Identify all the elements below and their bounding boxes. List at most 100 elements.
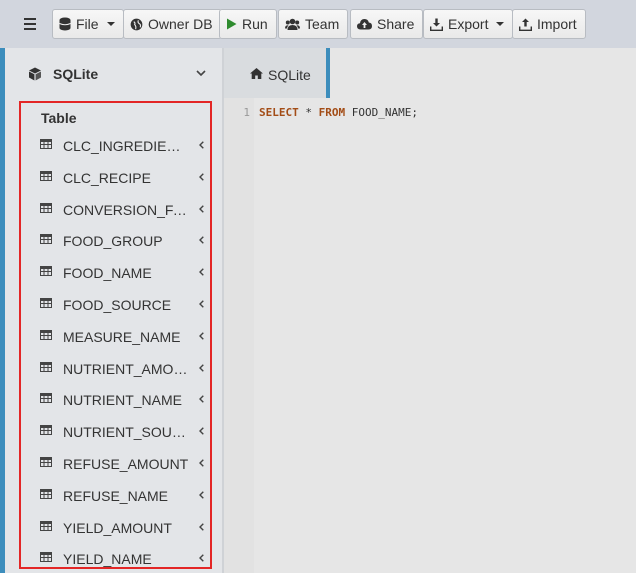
chevron-left-icon[interactable] xyxy=(199,490,204,499)
tab-label: SQLite xyxy=(268,67,311,83)
chevron-left-icon[interactable] xyxy=(199,331,204,340)
table-name: CLC_RECIPE xyxy=(63,169,151,186)
table-name: FOOD_NAME xyxy=(63,265,152,282)
table-name: MEASURE_NAME xyxy=(63,328,181,345)
table-row[interactable]: CLC_RECIPE xyxy=(21,161,210,193)
table-row[interactable]: NUTRIENT_AMOUNT xyxy=(21,352,210,384)
table-icon xyxy=(40,266,52,277)
file-button[interactable]: File xyxy=(52,9,124,39)
table-row[interactable]: FOOD_NAME xyxy=(21,256,210,288)
chevron-left-icon[interactable] xyxy=(199,395,204,404)
team-button-label: Team xyxy=(305,16,340,32)
toolbar: File Owner DB Run Team Share Export Impo… xyxy=(0,0,636,48)
database-icon xyxy=(59,17,71,31)
table-icon xyxy=(40,456,52,467)
users-icon xyxy=(285,18,300,30)
table-name: CONVERSION_FA... xyxy=(63,201,189,218)
file-button-label: File xyxy=(76,16,99,32)
table-icon xyxy=(40,520,52,531)
table-row[interactable]: REFUSE_NAME xyxy=(21,479,210,511)
play-icon xyxy=(227,18,237,30)
sql-table-reference: FOOD_NAME; xyxy=(345,106,418,119)
database-name: SQLite xyxy=(53,66,99,82)
table-row[interactable]: NUTRIENT_SOURCE xyxy=(21,415,210,447)
chevron-left-icon[interactable] xyxy=(199,363,204,372)
table-row[interactable]: REFUSE_AMOUNT xyxy=(21,447,210,479)
table-icon xyxy=(40,393,52,404)
sql-editor[interactable]: 1 SELECT * FROM FOOD_NAME; xyxy=(224,98,636,573)
table-row[interactable]: YIELD_NAME xyxy=(21,542,210,573)
chevron-left-icon[interactable] xyxy=(199,459,204,467)
line-gutter: 1 xyxy=(224,98,254,573)
table-icon xyxy=(40,329,52,340)
table-name: NUTRIENT_AMOUNT xyxy=(63,360,189,377)
sidebar-accent-bar xyxy=(0,48,5,573)
sql-keyword-select: SELECT xyxy=(259,106,299,119)
chevron-left-icon[interactable] xyxy=(199,427,204,435)
cube-icon xyxy=(29,67,41,81)
sidebar: SQLite Table CLC_INGREDIENTS CLC_RECIPE CO… xyxy=(0,48,222,573)
table-name: CLC_INGREDIENTS xyxy=(63,138,189,154)
table-name: REFUSE_NAME xyxy=(63,487,169,504)
table-name: NUTRIENT_SOURCE xyxy=(63,424,189,441)
table-icon xyxy=(40,361,52,372)
chevron-left-icon[interactable] xyxy=(199,204,204,213)
table-icon xyxy=(40,139,52,149)
chevron-left-icon[interactable] xyxy=(199,236,204,245)
hamburger-menu-icon[interactable] xyxy=(14,12,46,36)
table-icon xyxy=(40,202,52,213)
chevron-left-icon[interactable] xyxy=(199,141,204,149)
table-row[interactable]: CLC_INGREDIENTS xyxy=(21,129,210,161)
chevron-left-icon[interactable] xyxy=(199,522,204,531)
code-line[interactable]: SELECT * FROM FOOD_NAME; xyxy=(259,106,418,119)
table-name: FOOD_SOURCE xyxy=(63,296,172,313)
download-icon xyxy=(430,18,443,31)
share-button-label: Share xyxy=(377,16,415,32)
chevron-down-icon[interactable] xyxy=(196,70,206,77)
table-name: REFUSE_AMOUNT xyxy=(63,455,189,472)
sql-select-star: * xyxy=(298,106,319,119)
table-row[interactable]: NUTRIENT_NAME xyxy=(21,383,210,415)
table-row[interactable]: FOOD_GROUP xyxy=(21,224,210,256)
team-button[interactable]: Team xyxy=(278,9,349,39)
section-label-table: Table xyxy=(41,110,77,126)
chevron-left-icon[interactable] xyxy=(199,173,204,181)
database-selector[interactable]: SQLite xyxy=(5,48,222,100)
caret-down-icon xyxy=(106,22,115,26)
export-button[interactable]: Export xyxy=(423,9,514,39)
table-icon xyxy=(40,170,52,181)
cloud-upload-icon xyxy=(357,19,372,30)
table-list: CLC_INGREDIENTS CLC_RECIPE CONVERSION_FA..… xyxy=(21,129,210,573)
app-window: File Owner DB Run Team Share Export Impo… xyxy=(0,0,636,573)
editor-tab-bar: SQLite xyxy=(224,48,636,98)
table-row[interactable]: MEASURE_NAME xyxy=(21,320,210,352)
table-list-panel: Table CLC_INGREDIENTS CLC_RECIPE CONVERSIO… xyxy=(19,101,212,569)
sql-keyword-from: FROM xyxy=(318,106,346,119)
line-number: 1 xyxy=(243,106,250,119)
table-icon xyxy=(40,297,52,308)
table-row[interactable]: FOOD_SOURCE xyxy=(21,288,210,320)
caret-down-icon xyxy=(496,22,505,26)
table-icon xyxy=(40,234,52,245)
chevron-left-icon[interactable] xyxy=(199,300,204,308)
export-button-label: Export xyxy=(448,16,489,32)
share-button[interactable]: Share xyxy=(350,9,424,39)
table-name: YIELD_AMOUNT xyxy=(63,519,172,536)
owner-db-button-label: Owner DB xyxy=(148,16,213,32)
table-row[interactable]: YIELD_AMOUNT xyxy=(21,511,210,543)
table-icon xyxy=(40,552,52,563)
table-name: FOOD_GROUP xyxy=(63,233,163,250)
table-icon xyxy=(40,425,52,436)
owner-db-button[interactable]: Owner DB xyxy=(123,9,222,39)
chevron-left-icon[interactable] xyxy=(199,268,204,276)
globe-icon xyxy=(130,18,143,30)
table-name: NUTRIENT_NAME xyxy=(63,392,183,409)
chevron-left-icon[interactable] xyxy=(199,554,204,563)
import-button[interactable]: Import xyxy=(512,9,586,39)
tab-sqlite[interactable]: SQLite xyxy=(224,48,330,98)
run-button[interactable]: Run xyxy=(219,9,277,39)
home-icon xyxy=(250,68,263,79)
table-icon xyxy=(40,488,52,499)
table-name: YIELD_NAME xyxy=(63,551,152,568)
table-row[interactable]: CONVERSION_FA... xyxy=(21,193,210,225)
